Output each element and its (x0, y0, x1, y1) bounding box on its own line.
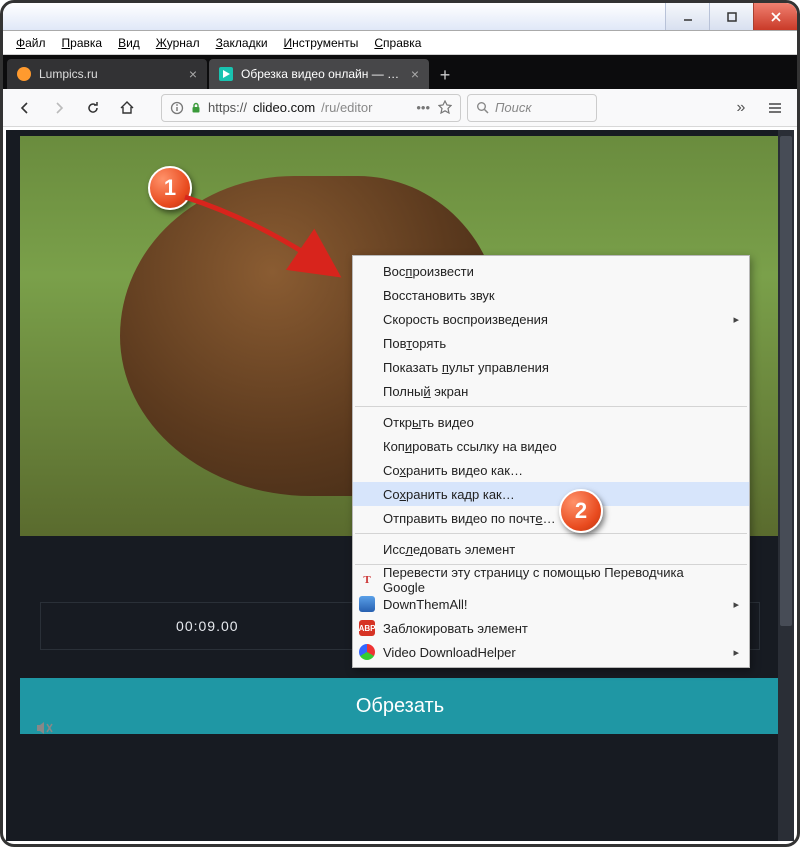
url-scheme: https:// (208, 100, 247, 115)
context-menu-item[interactable]: Копировать ссылку на видео (353, 434, 749, 458)
lock-icon (190, 102, 202, 114)
tab[interactable]: Lumpics.ru × (7, 59, 207, 89)
context-menu-item-label: Сохранить кадр как… (383, 487, 515, 502)
menu-item-icon (359, 644, 375, 660)
context-menu-item-label: Копировать ссылку на видео (383, 439, 557, 454)
window-maximize-button[interactable] (709, 3, 753, 30)
mute-icon[interactable] (34, 718, 54, 741)
context-menu-item[interactable]: Восстановить звук (353, 283, 749, 307)
bookmark-icon[interactable] (438, 100, 452, 114)
context-menu-item-label: Открыть видео (383, 415, 474, 430)
context-menu-item-label: Восстановить звук (383, 288, 495, 303)
context-menu-item-label: Отправить видео по почте… (383, 511, 556, 526)
search-icon (476, 101, 489, 114)
context-menu-item[interactable]: DownThemAll! (353, 592, 749, 616)
context-menu-item[interactable]: Полный экран (353, 379, 749, 403)
info-icon (170, 101, 184, 115)
context-menu-separator (355, 406, 747, 407)
tab-favicon (219, 67, 233, 81)
reload-button[interactable] (79, 94, 107, 122)
context-menu-item[interactable]: Сохранить кадр как… (353, 482, 749, 506)
back-button[interactable] (11, 94, 39, 122)
context-menu-item[interactable]: Скорость воспроизведения (353, 307, 749, 331)
reader-icon[interactable]: ••• (416, 100, 430, 115)
cut-button[interactable]: Обрезать (20, 678, 780, 734)
menubar-item[interactable]: Правка (55, 33, 110, 53)
context-menu-item[interactable]: Открыть видео (353, 410, 749, 434)
callout-2: 2 (559, 489, 603, 533)
menubar-item[interactable]: Инструменты (277, 33, 366, 53)
url-host: clideo.com (253, 100, 315, 115)
page-scrollbar[interactable] (778, 130, 794, 841)
menu-item-icon (359, 596, 375, 612)
menubar-item[interactable]: Вид (111, 33, 147, 53)
url-bar[interactable]: https:// clideo.com/ru/editor ••• (161, 94, 461, 122)
context-menu-item-label: Исследовать элемент (383, 542, 515, 557)
home-button[interactable] (113, 94, 141, 122)
menu-button[interactable] (761, 94, 789, 122)
context-menu-item[interactable]: Повторять (353, 331, 749, 355)
context-menu-item-label: DownThemAll! (383, 597, 468, 612)
context-menu-item-label: Полный экран (383, 384, 468, 399)
tab-close-icon[interactable]: × (189, 66, 197, 82)
context-menu-item[interactable]: Исследовать элемент (353, 537, 749, 561)
context-menu-item[interactable]: Показать пульт управления (353, 355, 749, 379)
context-menu-item[interactable]: ABP Заблокировать элемент (353, 616, 749, 640)
context-menu-item[interactable]: Сохранить видео как… (353, 458, 749, 482)
context-menu-item-label: Показать пульт управления (383, 360, 549, 375)
context-menu-item-label: Video DownloadHelper (383, 645, 516, 660)
titlebar (3, 3, 797, 31)
window-close-button[interactable] (753, 3, 797, 30)
context-menu-item-label: Заблокировать элемент (383, 621, 528, 636)
search-bar[interactable]: Поиск (467, 94, 597, 122)
context-menu-item[interactable]: Воспроизвести (353, 259, 749, 283)
menu-item-icon: T (359, 572, 375, 588)
tab-close-icon[interactable]: × (411, 66, 419, 82)
menubar-item[interactable]: Справка (367, 33, 428, 53)
forward-button[interactable] (45, 94, 73, 122)
context-menu-item-label: Сохранить видео как… (383, 463, 523, 478)
context-menu-item[interactable]: Video DownloadHelper (353, 640, 749, 664)
window-minimize-button[interactable] (665, 3, 709, 30)
context-menu-item[interactable]: Отправить видео по почте… (353, 506, 749, 530)
context-menu-item-label: Повторять (383, 336, 446, 351)
tab-title: Обрезка видео онлайн — Обр (241, 67, 403, 81)
callout-1: 1 (148, 166, 192, 210)
menubar: ФайлПравкаВидЖурналЗакладкиИнструментыСп… (3, 31, 797, 55)
tab-strip: Lumpics.ru × Обрезка видео онлайн — Обр × + (3, 55, 797, 89)
menu-item-icon: ABP (359, 620, 375, 636)
browser-toolbar: https:// clideo.com/ru/editor ••• Поиск » (3, 89, 797, 127)
tab-title: Lumpics.ru (39, 67, 181, 81)
tab[interactable]: Обрезка видео онлайн — Обр × (209, 59, 429, 89)
context-menu-item-label: Скорость воспроизведения (383, 312, 548, 327)
context-menu-item-label: Перевести эту страницу с помощью Перевод… (383, 565, 719, 595)
browser-window: ФайлПравкаВидЖурналЗакладкиИнструментыСп… (0, 0, 800, 847)
menubar-item[interactable]: Файл (9, 33, 53, 53)
context-menu-item-label: Воспроизвести (383, 264, 474, 279)
search-placeholder: Поиск (495, 100, 532, 115)
menubar-item[interactable]: Закладки (209, 33, 275, 53)
tab-favicon (17, 67, 31, 81)
new-tab-button[interactable]: + (431, 61, 459, 89)
overflow-button[interactable]: » (727, 94, 755, 122)
context-menu-separator (355, 533, 747, 534)
context-menu-item[interactable]: T Перевести эту страницу с помощью Перево… (353, 568, 749, 592)
time-from-input[interactable]: 00:09.00 (40, 602, 375, 650)
url-path: /ru/editor (321, 100, 372, 115)
menubar-item[interactable]: Журнал (149, 33, 207, 53)
video-context-menu: Воспроизвести Восстановить звук Скорость в… (352, 255, 750, 668)
